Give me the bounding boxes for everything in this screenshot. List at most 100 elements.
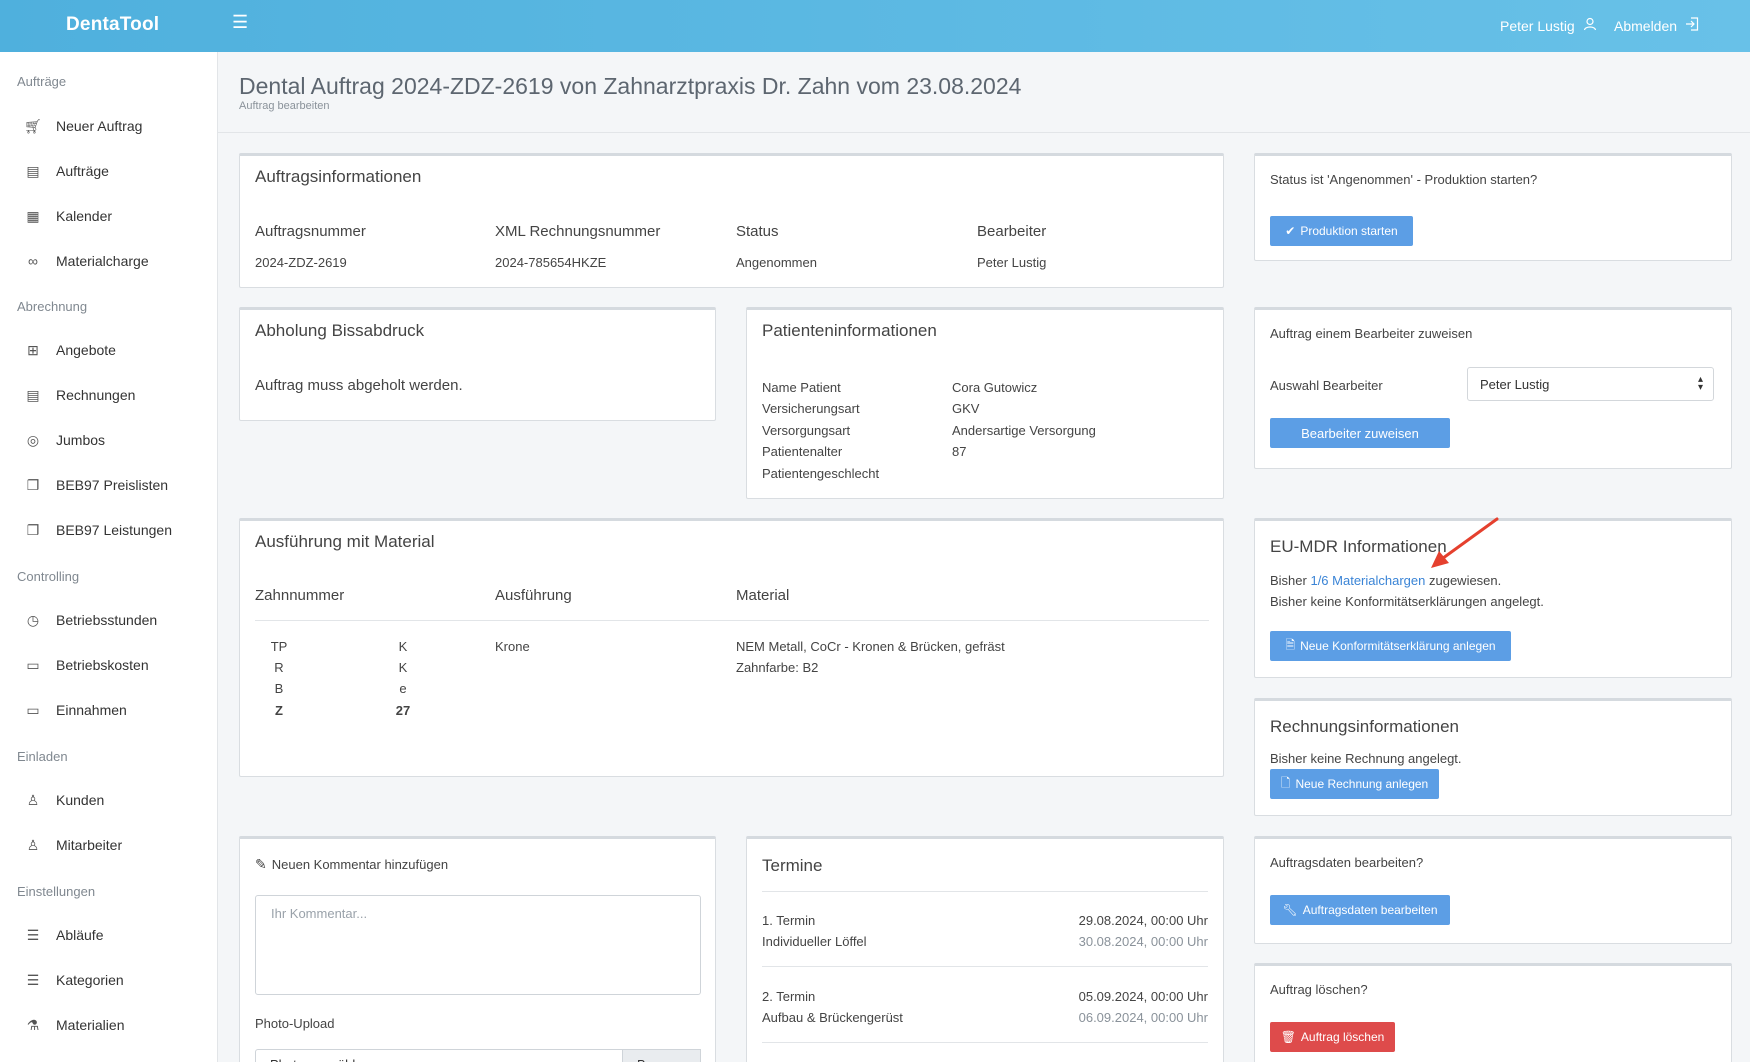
card-title: Patienteninformationen [762,321,937,340]
status-question: Status ist 'Angenommen' - Produktion sta… [1270,172,1538,187]
folder-icon: ▭ [26,701,40,718]
browse-button[interactable]: Browse [623,1049,701,1062]
sidebar-item-rechnungen[interactable]: ▤ Rechnungen [0,375,217,415]
sidebar-item-label: Kunden [56,792,105,808]
edit-order-card: Auftragsdaten bearbeiten? 🔧︎ Auftragsdate… [1254,836,1732,944]
tooth-letter: R [274,660,284,675]
sidebar-item-neuer-auftrag[interactable]: 🛒︎ Neuer Auftrag [0,106,217,146]
sidebar-item-label: Mitarbeiter [56,837,123,853]
sidebar-item-beb97-leistungen[interactable]: ❐ BEB97 Leistungen [0,510,217,550]
comment-card: ✎ Neuen Kommentar hinzufügen Photo-Upload… [239,836,716,1062]
mdr-conformity-text: Bisher keine Konformitätserklärungen ang… [1270,594,1544,609]
xml-invoice-number-header: XML Rechnungsnummer [495,223,661,240]
material-charges-link[interactable]: 1/6 Materialchargen [1310,573,1425,588]
delete-order-button[interactable]: 🗑︎ Auftrag löschen [1270,1022,1395,1052]
patient-value: Cora Gutowicz [952,380,1038,395]
editor-select[interactable]: Peter Lustig ▴ ▾ [1467,367,1714,401]
invoice-text: Bisher keine Rechnung angelegt. [1270,751,1462,766]
sidebar-item-label: Neuer Auftrag [56,118,143,134]
new-conformity-declaration-button[interactable]: 🗎︎ Neue Konformitätserklärung anlegen [1270,631,1511,661]
start-production-button[interactable]: ✔ Produktion starten [1270,216,1413,246]
appointments-divider [762,966,1208,967]
patient-value: GKV [952,401,980,416]
calendar-icon: ▦ [26,207,40,224]
sidebar-item-betriebsstunden[interactable]: ◷ Betriebsstunden [0,600,217,640]
appointment-label: 2. Termin [762,989,816,1004]
hamburger-menu-icon[interactable]: ☰ [232,12,248,33]
annotation-arrow-icon [1431,517,1499,568]
tooth-number-header: Zahnnummer [255,587,345,604]
clock-icon: ◷ [26,611,40,628]
link-icon: ∞ [28,253,38,269]
start-production-label: Produktion starten [1300,224,1398,238]
status-value: Angenommen [736,255,817,270]
sidebar-item-kunden[interactable]: ♙ Kunden [0,780,217,820]
comment-title-text: Neuen Kommentar hinzufügen [271,857,449,872]
sidebar-item-ablaeufe[interactable]: ☰ Abläufe [0,915,217,955]
mdr-text-pre: Bisher [1270,573,1311,588]
sidebar-item-label: Betriebsstunden [56,612,158,628]
sidebar-item-label: BEB97 Preislisten [56,477,169,493]
files-icon: ❐ [26,476,40,493]
material-line: NEM Metall, CoCr - Kronen & Brücken, gef… [736,639,1005,654]
pencil-icon: ✎ [255,856,267,872]
new-invoice-button[interactable]: 🗋︎ Neue Rechnung anlegen [1270,769,1439,799]
sidebar-item-materialien[interactable]: ⚗︎ Materialien [0,1005,217,1045]
patient-value: 87 [952,444,967,459]
sidebar-item-jumbos[interactable]: ◎ Jumbos [0,420,217,460]
sidebar-item-angebote[interactable]: ⊞ Angebote [0,330,217,370]
appointment-name: Aufbau & Brückengerüst [762,1010,903,1025]
patient-info-card: Patienteninformationen Name Patient Cora… [746,307,1224,499]
list-icon: ☰ [26,926,40,943]
cart-icon: 🛒︎ [24,117,42,134]
sidebar-section-abrechnung: Abrechnung [17,299,88,314]
editor-select-value: Peter Lustig [1480,377,1550,392]
sidebar-item-mitarbeiter[interactable]: ♙ Mitarbeiter [0,825,217,865]
execution-material-card: Ausführung mit Material Zahnnummer Ausfü… [239,518,1224,777]
material-line: Zahnfarbe: B2 [736,660,819,675]
user-icon: ♙ [26,836,40,853]
material-header: Material [736,587,790,604]
user-icon: ♙ [26,791,40,808]
patient-value: Andersartige Versorgung [952,423,1096,438]
eu-mdr-card: EU-MDR Informationen Bisher 1/6 Material… [1254,517,1732,678]
card-title: Termine [762,856,823,875]
folder-icon: ▭ [26,656,40,673]
photo-file-input[interactable]: Photo auswählen... [255,1049,623,1062]
sidebar-item-label: Materialcharge [56,253,149,269]
sidebar-item-label: Einnahmen [56,702,127,718]
sidebar-item-einnahmen[interactable]: ▭ Einnahmen [0,690,217,730]
execution-header: Ausführung [495,587,572,604]
sidebar-item-label: Aufträge [56,163,109,179]
pickup-card: Abholung Bissabdruck Auftrag muss abgeho… [239,307,716,421]
sidebar-section-controlling: Controlling [17,569,80,584]
logout-link[interactable]: Abmelden [1614,17,1699,34]
wrench-icon: 🔧︎ [1282,903,1298,917]
user-menu[interactable]: Peter Lustig [1500,17,1597,34]
support-icon: ◎ [26,431,40,448]
sidebar-item-kategorien[interactable]: ☰ Kategorien [0,960,217,1000]
brand-logo[interactable]: DentaTool [66,14,159,36]
select-editor-label: Auswahl Bearbeiter [1270,378,1383,393]
sidebar-section-auftraege: Aufträge [17,74,67,89]
sidebar-item-beb97-preislisten[interactable]: ❐ BEB97 Preislisten [0,465,217,505]
tooth-value: K [398,660,408,675]
sidebar-item-kalender[interactable]: ▦ Kalender [0,196,217,236]
new-conformity-label: Neue Konformitätserklärung anlegen [1300,639,1496,653]
tooth-value: K [398,639,408,654]
edit-order-button[interactable]: 🔧︎ Auftragsdaten bearbeiten [1270,895,1450,925]
sidebar-item-auftraege[interactable]: ▤ Aufträge [0,151,217,191]
sidebar-section-einstellungen: Einstellungen [17,884,96,899]
sidebar-item-label: Materialien [56,1017,125,1033]
patient-label: Versorgungsart [762,423,851,438]
new-invoice-label: Neue Rechnung anlegen [1295,777,1429,791]
assign-editor-button[interactable]: Bearbeiter zuweisen [1270,418,1450,448]
status-card: Status ist 'Angenommen' - Produktion sta… [1254,153,1732,261]
appointment-label: 1. Termin [762,913,816,928]
appointments-card: Termine 1. Termin Individueller Löffel 2… [746,836,1224,1062]
comment-textarea[interactable] [255,895,701,995]
sidebar-item-betriebskosten[interactable]: ▭ Betriebskosten [0,645,217,685]
mdr-charges-text: Bisher 1/6 Materialchargen zugewiesen. [1270,573,1501,588]
sidebar-item-materialcharge[interactable]: ∞ Materialcharge [0,241,217,281]
files-icon: ❐ [26,521,40,538]
